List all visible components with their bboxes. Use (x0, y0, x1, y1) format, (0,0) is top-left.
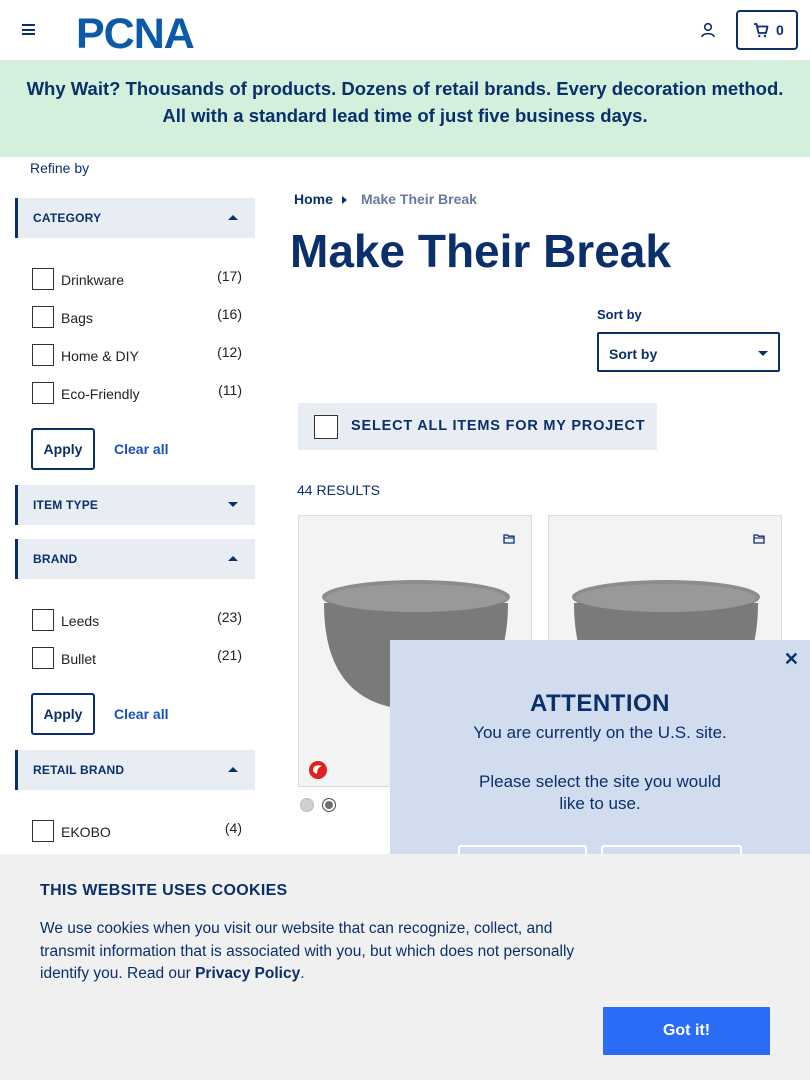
site-selector-popup: ✕ ATTENTION You are currently on the U.S… (390, 640, 810, 885)
pcna-logo[interactable]: PCNA (76, 10, 224, 58)
cart-button[interactable]: 0 (736, 10, 798, 50)
filter-option-bullet[interactable]: Bullet (21) (32, 644, 242, 669)
caret-up-icon (228, 215, 238, 220)
facet-brand-header[interactable]: BRAND (15, 539, 255, 579)
facet-retail-brand-header[interactable]: RETAIL BRAND (15, 750, 255, 790)
refine-label: Refine by (30, 160, 90, 176)
breadcrumb-current: Make Their Break (361, 191, 477, 207)
site-header: PCNA 0 (0, 0, 810, 61)
brand-clear-link[interactable]: Clear all (114, 706, 168, 722)
checkbox[interactable] (32, 306, 54, 328)
facet-title: BRAND (33, 552, 78, 566)
filter-label: Bullet (61, 651, 97, 667)
cookie-banner: THIS WEBSITE USES COOKIES We use cookies… (0, 854, 810, 1080)
eco-badge-icon (309, 761, 327, 779)
filter-count: (12) (217, 344, 242, 360)
filter-option-ekobo[interactable]: EKOBO (4) (32, 817, 242, 842)
filter-count: (11) (218, 382, 242, 398)
facet-item-type-header[interactable]: ITEM TYPE (15, 485, 255, 525)
attention-line2: Please select the site you would like to… (479, 772, 721, 813)
checkbox[interactable] (32, 382, 54, 404)
category-apply-button[interactable]: Apply (31, 428, 95, 470)
filter-count: (16) (217, 306, 242, 322)
filter-option-home-diy[interactable]: Home & DIY (12) (32, 341, 242, 366)
attention-title: ATTENTION (529, 690, 671, 717)
sort-label: Sort by (597, 307, 642, 322)
attention-line1: You are currently on the U.S. site. (473, 723, 727, 742)
menu-icon[interactable] (22, 24, 35, 35)
promo-text: Why Wait? Thousands of products. Dozens … (26, 78, 784, 126)
chevron-down-icon (758, 351, 768, 356)
cookie-body: We use cookies when you visit our websit… (40, 920, 575, 982)
promo-banner: Why Wait? Thousands of products. Dozens … (0, 61, 810, 157)
filter-label: Drinkware (61, 272, 125, 288)
filter-label: Home & DIY (61, 348, 139, 364)
cart-count: 0 (776, 22, 784, 38)
facet-category-header[interactable]: CATEGORY (15, 198, 255, 238)
filter-label: Leeds (61, 613, 100, 629)
filter-count: (21) (217, 647, 242, 663)
cookie-text: We use cookies when you visit our websit… (40, 918, 610, 986)
select-all-checkbox[interactable] (314, 415, 338, 439)
sort-select[interactable]: Sort by (597, 332, 780, 372)
results-count: 44 RESULTS (297, 482, 380, 498)
category-clear-link[interactable]: Clear all (114, 441, 168, 457)
filter-label: Bags (61, 310, 93, 326)
facet-title: CATEGORY (33, 211, 102, 225)
select-all-items[interactable]: SELECT ALL ITEMS FOR MY PROJECT (298, 403, 657, 450)
facet-title: RETAIL BRAND (33, 763, 125, 777)
filter-option-drinkware[interactable]: Drinkware (17) (32, 265, 242, 290)
filter-option-leeds[interactable]: Leeds (23) (32, 606, 242, 631)
checkbox[interactable] (32, 344, 54, 366)
filter-count: (4) (224, 820, 242, 836)
close-icon[interactable]: ✕ (784, 649, 799, 670)
filter-option-eco-friendly[interactable]: Eco-Friendly (11) (32, 379, 242, 404)
facet-title: ITEM TYPE (33, 498, 99, 512)
cart-icon (754, 23, 769, 38)
breadcrumb-home[interactable]: Home (294, 191, 333, 207)
filter-count: (23) (217, 609, 242, 625)
privacy-policy-link[interactable]: Privacy Policy (195, 965, 300, 982)
caret-up-icon (228, 556, 238, 561)
cookie-period: . (300, 965, 305, 982)
checkbox[interactable] (32, 268, 54, 290)
got-it-button[interactable]: Got it! (603, 1007, 770, 1055)
filter-label: EKOBO (61, 824, 111, 840)
caret-down-icon (228, 502, 238, 507)
page: PCNA 0 Why Wait? Thousands of products. … (0, 0, 810, 1080)
select-all-label: SELECT ALL ITEMS FOR MY PROJECT (351, 418, 646, 434)
add-to-project-icon[interactable] (503, 533, 515, 544)
filter-count: (17) (217, 268, 242, 284)
checkbox[interactable] (32, 609, 54, 631)
logo-text: PCNA (76, 10, 194, 50)
page-title: Make Their Break (290, 225, 671, 277)
swatch-dark-gray[interactable] (322, 798, 336, 812)
swatch-light-gray[interactable] (300, 798, 314, 812)
caret-up-icon (228, 767, 238, 772)
checkbox[interactable] (32, 820, 54, 842)
cookie-title: THIS WEBSITE USES COOKIES (40, 882, 288, 899)
checkbox[interactable] (32, 647, 54, 669)
filter-label: Eco-Friendly (61, 386, 140, 402)
breadcrumb-arrow-icon (342, 196, 347, 204)
account-icon[interactable] (700, 22, 716, 38)
sort-value: Sort by (609, 346, 658, 362)
add-to-project-icon[interactable] (753, 533, 765, 544)
filter-option-bags[interactable]: Bags (16) (32, 303, 242, 328)
brand-apply-button[interactable]: Apply (31, 693, 95, 735)
